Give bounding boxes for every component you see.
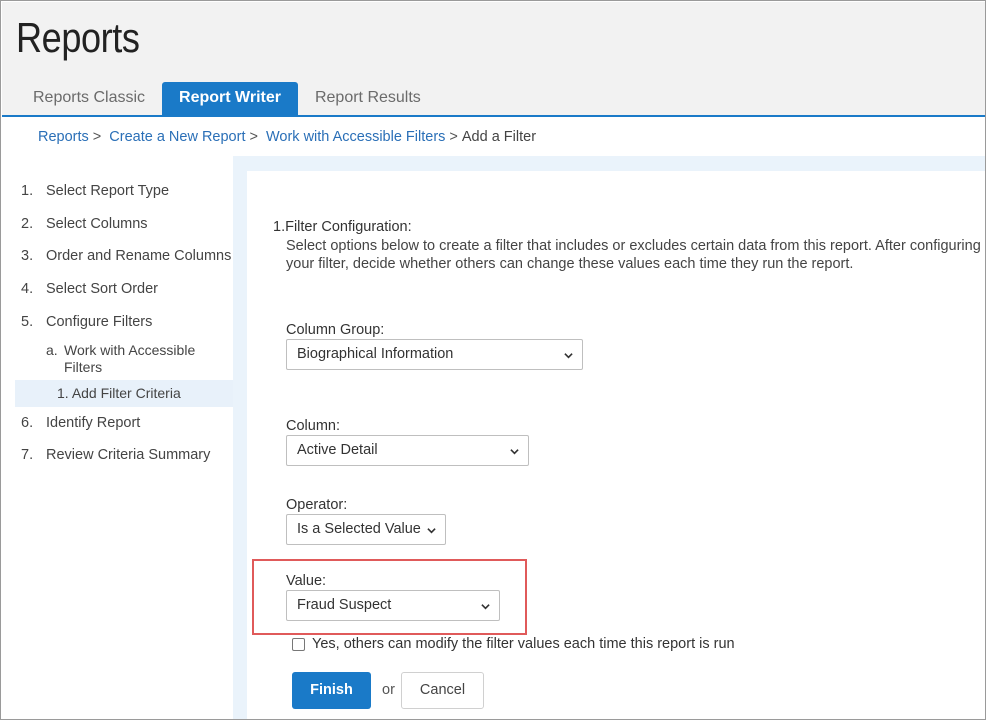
substep-accessible-filters[interactable]: a. Work with Accessible Filters [15, 342, 233, 376]
allow-modify-label[interactable]: Yes, others can modify the filter values… [312, 636, 735, 652]
chevron-down-icon [510, 449, 519, 455]
cancel-button[interactable]: Cancel [401, 672, 484, 709]
breadcrumb-current: Add a Filter [461, 129, 537, 145]
column-select[interactable]: Active Detail [286, 435, 529, 466]
column-group-label: Column Group: [286, 322, 385, 338]
step-number: 4. [21, 281, 34, 297]
section-description: Select options below to create a filter … [286, 238, 981, 272]
chevron-down-icon [481, 604, 490, 610]
step-number: 5. [21, 314, 34, 330]
step-select-sort-order[interactable]: 4. Select Sort Order [15, 280, 233, 298]
page-title: Reports [16, 14, 140, 61]
step-label: Order and Rename Columns [46, 248, 232, 264]
chevron-down-icon [427, 528, 436, 534]
value-label: Value: [286, 573, 327, 589]
column-group-select[interactable]: Biographical Information [286, 339, 583, 370]
tab-reports-classic[interactable]: Reports Classic [16, 82, 162, 116]
chevron-down-icon [564, 353, 573, 359]
step-number: 2. [21, 216, 34, 232]
substep-number: 1. [57, 385, 69, 401]
tab-bar: Reports Classic Report Writer Report Res… [16, 82, 438, 116]
breadcrumb-separator: > [92, 129, 102, 145]
value-select[interactable]: Fraud Suspect [286, 590, 500, 621]
step-number: 7. [21, 447, 34, 463]
tab-underline [2, 115, 985, 117]
finish-button[interactable]: Finish [292, 672, 371, 709]
breadcrumb-reports[interactable]: Reports [38, 129, 89, 145]
step-label: Select Columns [46, 216, 148, 232]
step-label: Select Sort Order [46, 281, 159, 297]
tab-report-writer[interactable]: Report Writer [162, 82, 298, 116]
step-label: Review Criteria Summary [46, 447, 211, 463]
breadcrumb-create-report[interactable]: Create a New Report [109, 129, 245, 145]
breadcrumb-separator: > [449, 129, 458, 145]
substep-label: Work with Accessible Filters [64, 342, 196, 375]
or-text: or [382, 682, 395, 698]
step-configure-filters[interactable]: 5. Configure Filters [15, 313, 233, 331]
step-number: 6. [21, 415, 34, 431]
operator-value: Is a Selected Value [297, 521, 421, 537]
breadcrumb-separator: > [249, 129, 258, 145]
step-identify-report[interactable]: 6. Identify Report [15, 414, 233, 432]
value-value: Fraud Suspect [297, 597, 392, 613]
step-number: 3. [21, 248, 34, 264]
substep-add-filter-criteria[interactable]: 1. Add Filter Criteria [15, 380, 233, 407]
step-select-columns[interactable]: 2. Select Columns [15, 215, 233, 233]
breadcrumb-accessible-filters[interactable]: Work with Accessible Filters [266, 129, 445, 145]
breadcrumb: Reports > Create a New Report > Work with … [38, 129, 536, 145]
allow-modify-checkbox[interactable] [292, 637, 305, 651]
step-label: Identify Report [46, 415, 141, 431]
operator-select[interactable]: Is a Selected Value [286, 514, 446, 545]
section-title: 1.Filter Configuration: [273, 219, 412, 235]
column-label: Column: [286, 418, 340, 434]
substep-label: Add Filter Criteria [71, 385, 181, 401]
step-select-report-type[interactable]: 1. Select Report Type [15, 182, 233, 200]
tab-report-results[interactable]: Report Results [298, 82, 438, 116]
column-value: Active Detail [297, 442, 378, 458]
allow-modify-row: Yes, others can modify the filter values… [292, 636, 735, 652]
column-group-value: Biographical Information [297, 346, 454, 362]
page-header: Reports Reports Classic Report Writer Re… [2, 2, 985, 117]
step-label: Configure Filters [46, 314, 153, 330]
wizard-steps: 1. Select Report Type 2. Select Columns … [15, 173, 233, 464]
step-number: 1. [21, 183, 34, 199]
step-label: Select Report Type [46, 183, 170, 199]
step-review-criteria-summary[interactable]: 7. Review Criteria Summary [15, 446, 233, 464]
operator-label: Operator: [286, 497, 348, 513]
step-order-rename-columns[interactable]: 3. Order and Rename Columns [15, 247, 233, 265]
substep-number: a. [46, 342, 58, 358]
window-frame: Reports Reports Classic Report Writer Re… [0, 0, 986, 720]
